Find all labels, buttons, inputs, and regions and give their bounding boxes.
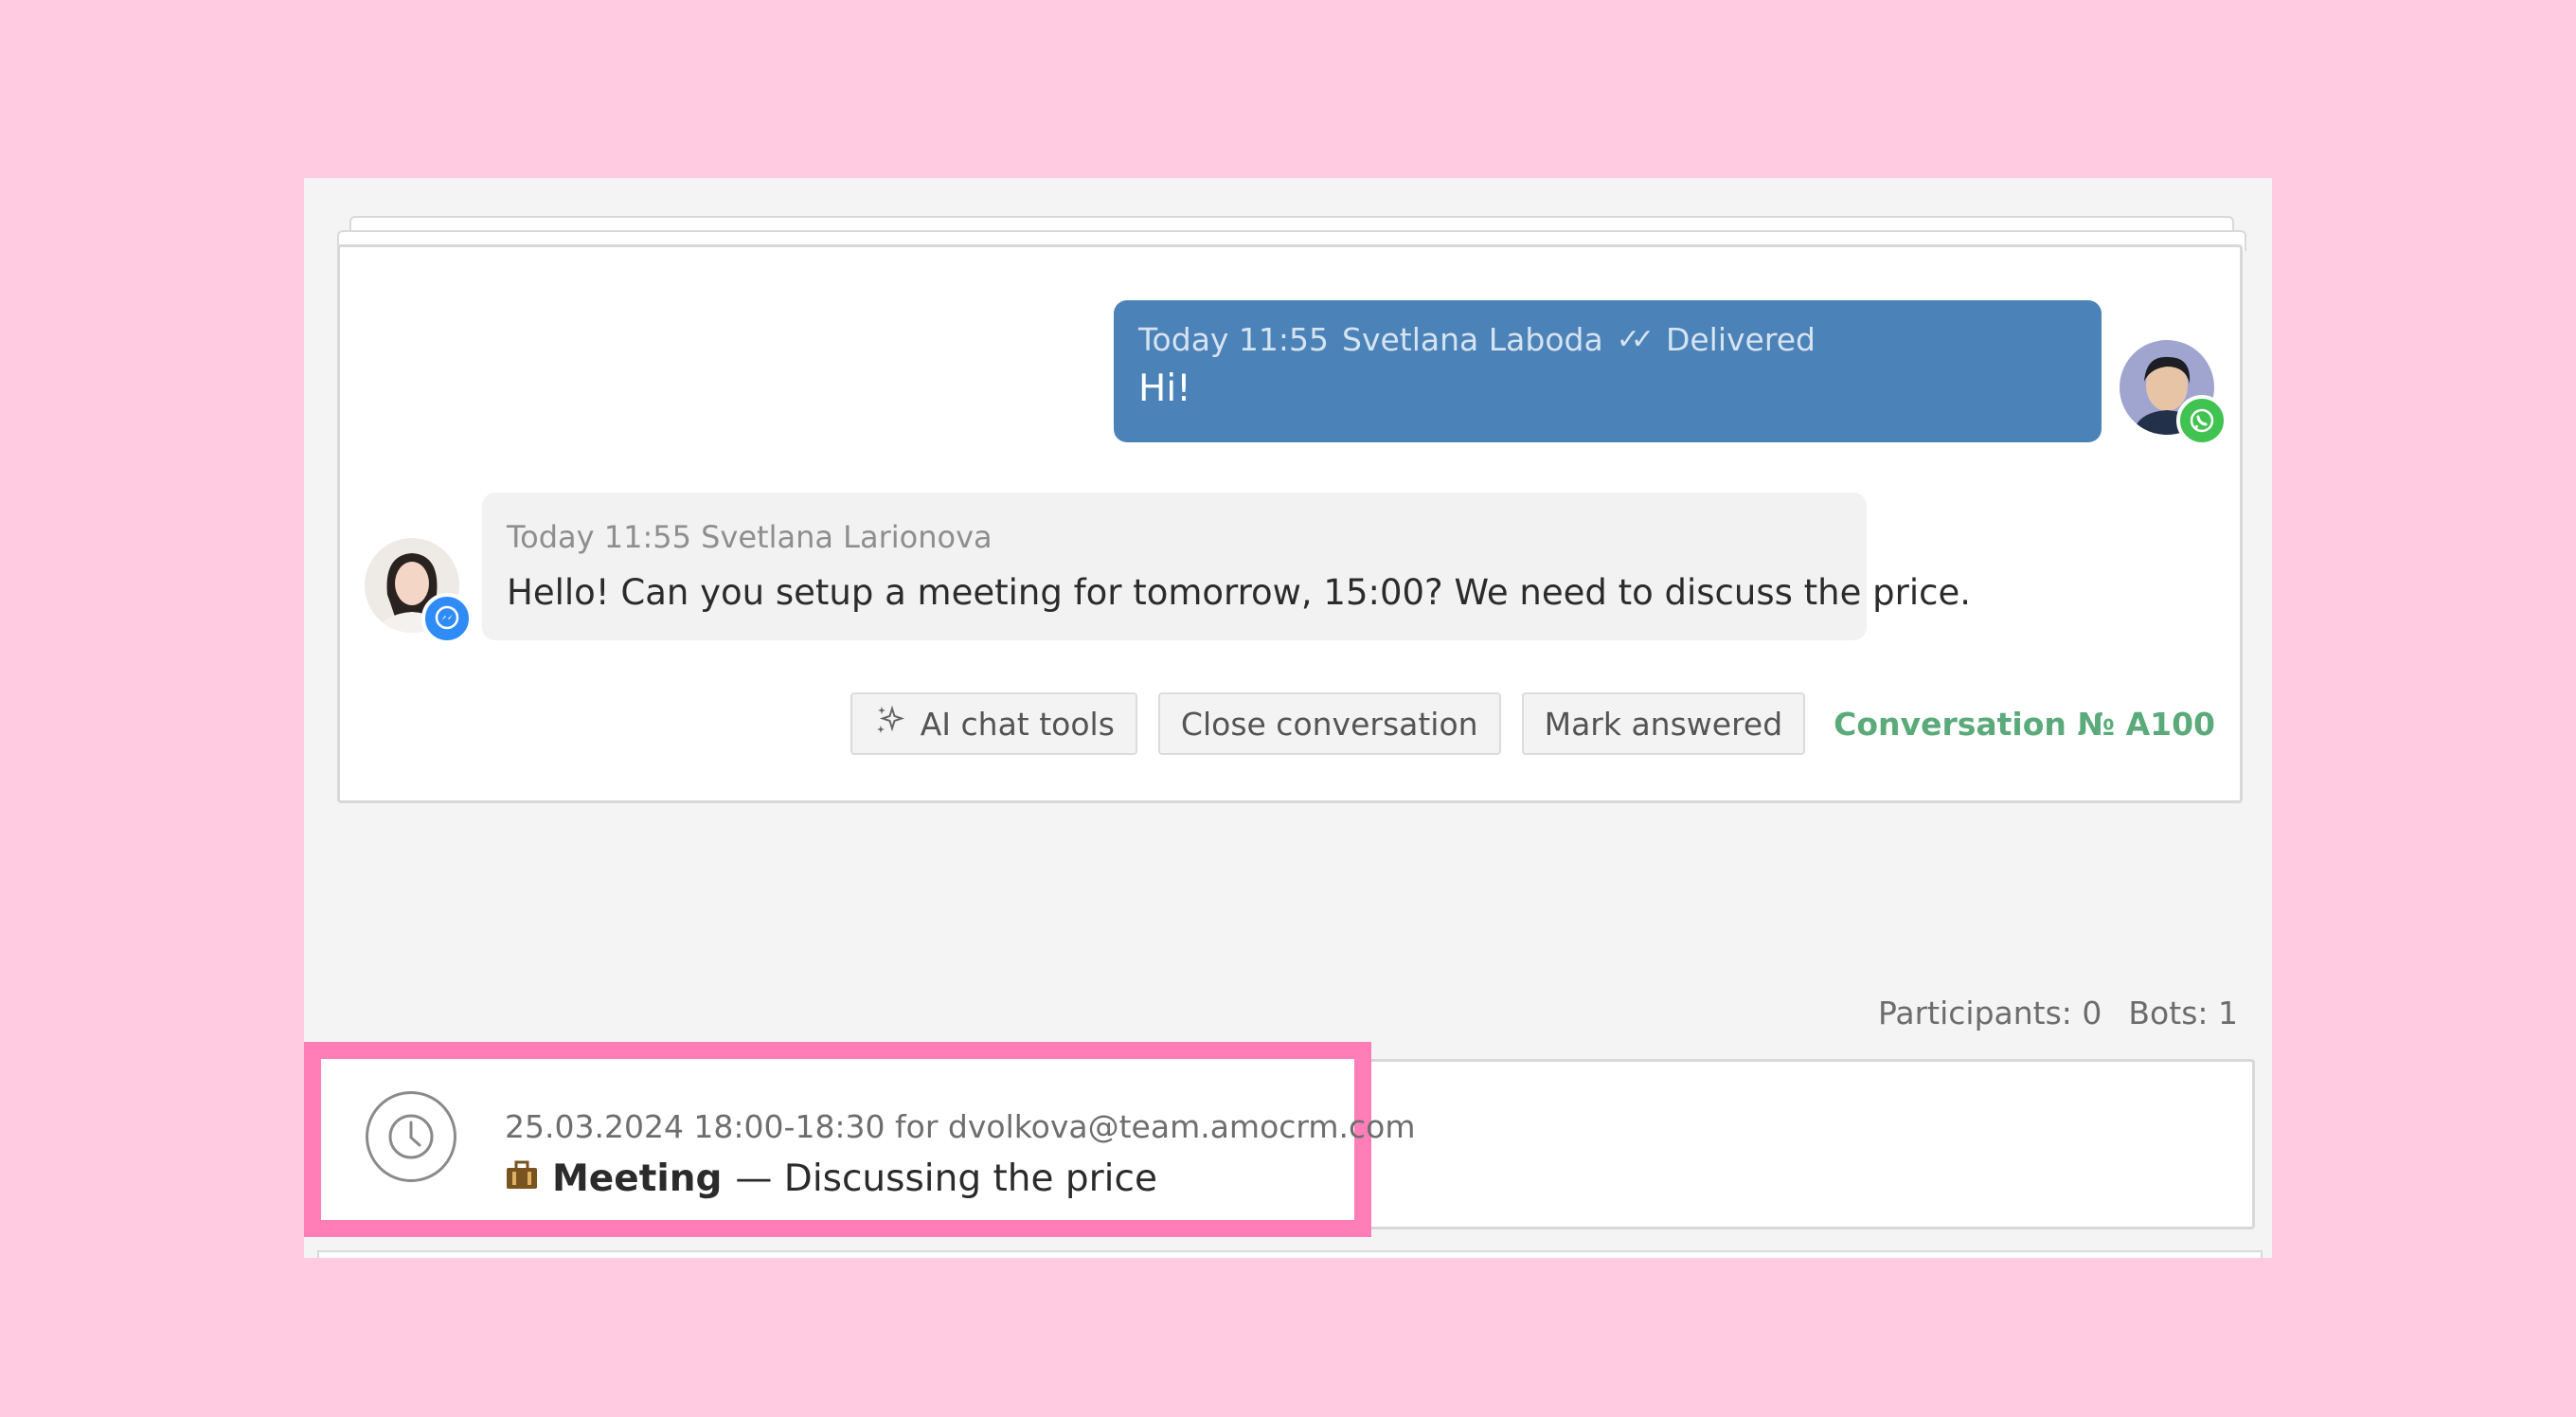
- conversation-number-link[interactable]: Conversation № A100: [1834, 706, 2215, 743]
- briefcase-icon: [505, 1157, 539, 1200]
- task-title: Meeting — Discussing the price: [505, 1157, 1157, 1200]
- client-avatar[interactable]: [365, 538, 473, 644]
- ai-chat-tools-button[interactable]: AI chat tools: [850, 692, 1137, 755]
- bots-count: Bots: 1: [2128, 995, 2238, 1031]
- message-time: Today 11:55: [507, 519, 691, 555]
- next-card-edge: [317, 1250, 2263, 1258]
- outgoing-message: Today 11:55 Svetlana Laboda ✓✓ Delivered…: [1114, 300, 2102, 442]
- message-author: Svetlana Laboda: [1342, 321, 1603, 358]
- agent-avatar[interactable]: [2120, 340, 2227, 446]
- task-schedule: 25.03.2024 18:00-18:30 for dvolkova@team…: [505, 1108, 1416, 1145]
- conversation-card: Today 11:55 Svetlana Laboda ✓✓ Delivered…: [337, 244, 2243, 803]
- clock-icon: [366, 1091, 456, 1182]
- ai-chat-tools-label: AI chat tools: [920, 705, 1115, 743]
- outgoing-message-meta: Today 11:55 Svetlana Laboda ✓✓ Delivered: [1138, 321, 2077, 358]
- task-description: — Discussing the price: [735, 1157, 1157, 1200]
- conversation-actions: AI chat tools Close conversation Mark an…: [850, 692, 2215, 755]
- outgoing-message-text: Hi!: [1138, 368, 1191, 410]
- whatsapp-icon: [2176, 395, 2227, 446]
- incoming-message-text: Hello! Can you setup a meeting for tomor…: [507, 572, 1971, 613]
- mark-answered-button[interactable]: Mark answered: [1521, 692, 1806, 755]
- incoming-message: Today 11:55 Svetlana Larionova Hello! Ca…: [482, 493, 1971, 640]
- double-check-icon: ✓✓: [1616, 323, 1655, 356]
- message-author: Svetlana Larionova: [701, 519, 993, 555]
- participants-count: Participants: 0: [1877, 995, 2102, 1031]
- highlighted-task[interactable]: 25.03.2024 18:00-18:30 for dvolkova@team…: [304, 1042, 1416, 1237]
- close-conversation-button[interactable]: Close conversation: [1157, 692, 1501, 755]
- message-time: Today 11:55: [1138, 321, 1330, 358]
- task-type: Meeting: [552, 1157, 723, 1200]
- messenger-icon: [421, 593, 473, 644]
- delivery-status: Delivered: [1665, 321, 1816, 358]
- participants-summary: Participants: 0 Bots: 1: [1878, 995, 2238, 1031]
- incoming-message-meta: Today 11:55 Svetlana Larionova: [507, 519, 1842, 555]
- sparkle-icon: [873, 703, 907, 744]
